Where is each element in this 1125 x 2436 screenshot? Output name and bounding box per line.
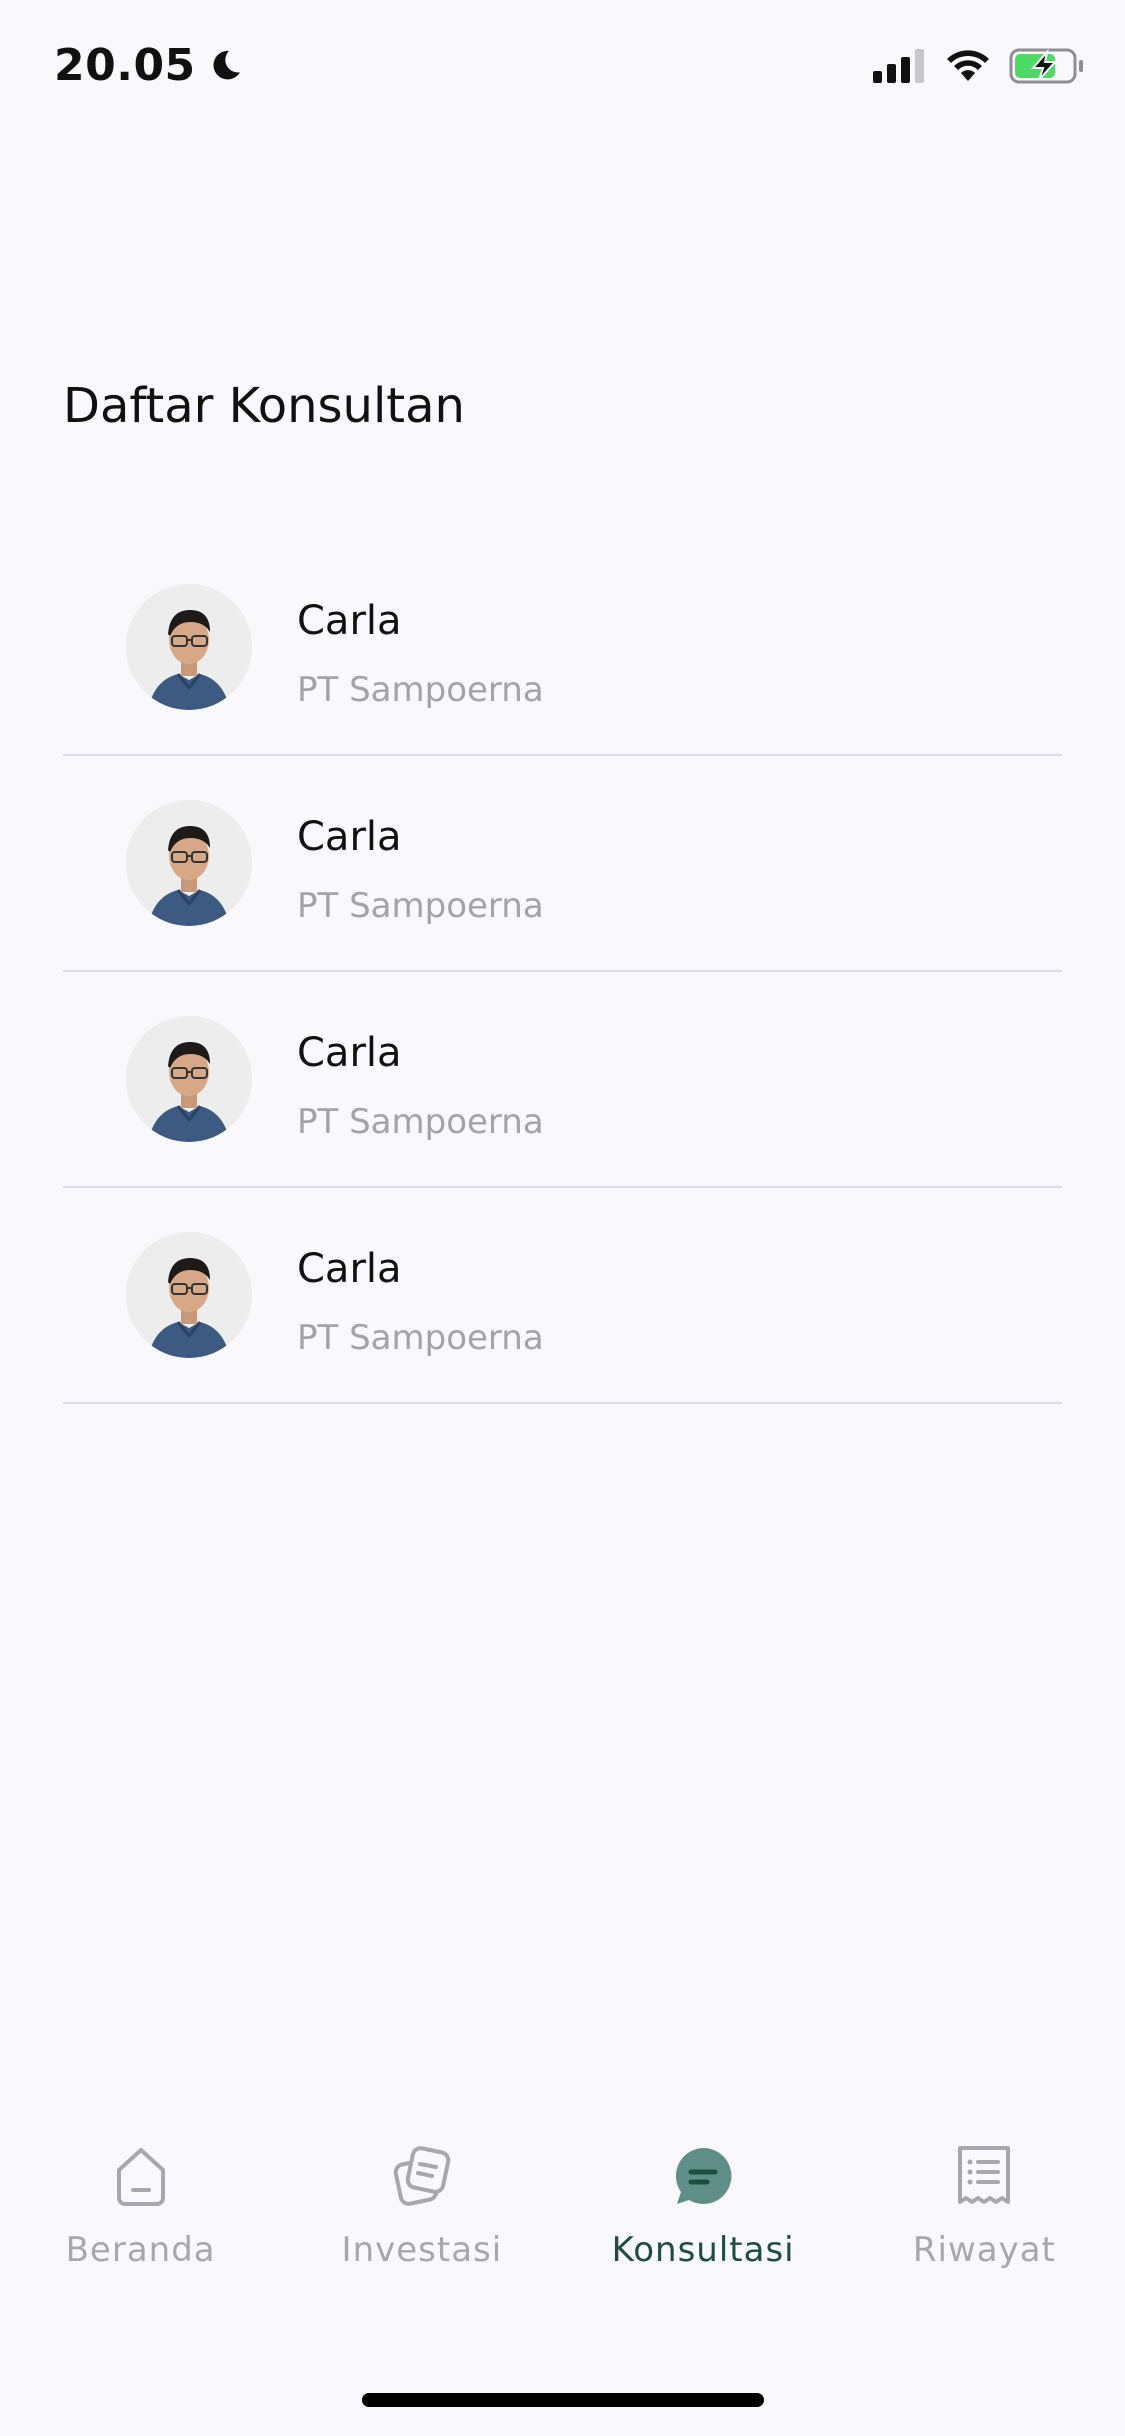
consultant-avatar bbox=[126, 1016, 252, 1142]
bottom-navigation: Beranda Investasi Konsultasi Riwayat bbox=[0, 2140, 1125, 2300]
status-bar: 20.05 bbox=[0, 0, 1125, 140]
status-time-group: 20.05 bbox=[54, 40, 244, 91]
consultant-name: Carla bbox=[297, 814, 402, 860]
consultant-company: PT Sampoerna bbox=[297, 886, 544, 926]
wifi-icon bbox=[947, 50, 989, 81]
consultant-avatar bbox=[126, 1232, 252, 1358]
cellular-signal-icon bbox=[873, 49, 924, 83]
battery-charging-icon bbox=[1009, 48, 1083, 84]
chat-icon bbox=[676, 2147, 732, 2204]
consultant-list-item[interactable]: Carla PT Sampoerna bbox=[63, 1188, 1062, 1404]
page-title: Daftar Konsultan bbox=[63, 378, 465, 434]
nav-tab-beranda[interactable]: Beranda bbox=[0, 2140, 281, 2300]
consultant-name: Carla bbox=[297, 1246, 402, 1292]
nav-label-riwayat: Riwayat bbox=[912, 2230, 1056, 2270]
consultant-list-item[interactable]: Carla PT Sampoerna bbox=[63, 756, 1062, 972]
consultant-list-item[interactable]: Carla PT Sampoerna bbox=[63, 540, 1062, 756]
status-time: 20.05 bbox=[54, 40, 196, 91]
home-icon bbox=[116, 2148, 165, 2206]
nav-tab-riwayat[interactable]: Riwayat bbox=[844, 2140, 1125, 2300]
investment-icon bbox=[393, 2146, 451, 2206]
nav-label-beranda: Beranda bbox=[65, 2230, 216, 2270]
consultant-avatar bbox=[126, 800, 252, 926]
moon-icon bbox=[213, 50, 240, 79]
nav-tab-konsultasi[interactable]: Konsultasi bbox=[563, 2140, 844, 2300]
consultant-company: PT Sampoerna bbox=[297, 670, 544, 710]
consultant-avatar bbox=[126, 584, 252, 710]
nav-label-investasi: Investasi bbox=[341, 2230, 503, 2270]
nav-label-konsultasi: Konsultasi bbox=[611, 2230, 795, 2270]
home-indicator[interactable] bbox=[362, 2393, 764, 2407]
consultant-company: PT Sampoerna bbox=[297, 1102, 544, 1142]
consultant-company: PT Sampoerna bbox=[297, 1318, 544, 1358]
consultant-list-item[interactable]: Carla PT Sampoerna bbox=[63, 972, 1062, 1188]
consultant-list: Carla PT Sampoerna Carla PT Sampoerna Ca… bbox=[63, 540, 1062, 1404]
consultant-name: Carla bbox=[297, 598, 402, 644]
status-icons bbox=[873, 48, 1085, 84]
consultant-name: Carla bbox=[297, 1030, 402, 1076]
history-icon bbox=[958, 2146, 1011, 2204]
nav-tab-investasi[interactable]: Investasi bbox=[281, 2140, 562, 2300]
